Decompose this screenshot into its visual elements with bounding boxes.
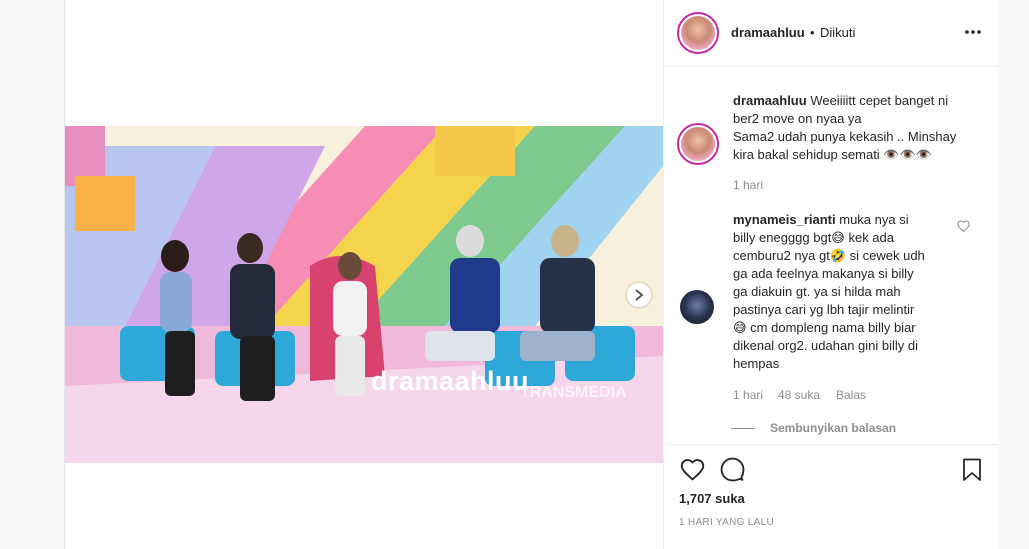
next-media-button[interactable] — [627, 283, 651, 307]
post-date[interactable]: 1 HARI YANG LALU — [679, 517, 774, 528]
commenter-avatar[interactable] — [680, 290, 714, 324]
heart-icon[interactable] — [680, 458, 705, 481]
comment-line: ga ada feelnya makanya si billy — [733, 266, 914, 281]
comment-like-count[interactable]: 48 suka — [778, 388, 820, 402]
media-area: dramaahluu TRANSMEDIA — [65, 0, 663, 549]
replies-divider — [731, 428, 755, 429]
comment-line: ga diakuin gt. ya si hilda mah — [733, 284, 901, 299]
header-separator: • — [810, 25, 815, 40]
post-actions: 1,707 suka 1 HARI YANG LALU — [664, 444, 998, 549]
author-username[interactable]: dramaahluu — [731, 25, 805, 40]
comment-icon[interactable] — [720, 457, 745, 482]
comment-username[interactable]: mynameis_rianti — [733, 212, 836, 227]
comment-text: mynameis_rianti muka nya si billy eneggg… — [733, 211, 963, 373]
caption-line: ber2 move on nyaa ya — [733, 111, 862, 126]
caption-text: dramaahluu Weeiiiitt cepet banget ni ber… — [733, 92, 988, 164]
like-count[interactable]: 1,707 suka — [679, 491, 745, 506]
bookmark-icon[interactable] — [962, 458, 982, 482]
caption-line: kira bakal sehidup semati 👁️👁️👁️ — [733, 147, 932, 162]
follow-status[interactable]: Diikuti — [820, 25, 855, 40]
video-watermark: dramaahluu — [371, 366, 530, 396]
video-player[interactable]: dramaahluu TRANSMEDIA — [65, 126, 663, 463]
comment-line: cemburu2 nya gt🤣 si cewek udh — [733, 248, 925, 263]
caption-line: Weeiiiitt cepet banget ni — [810, 93, 949, 108]
more-horizontal-icon[interactable] — [965, 30, 981, 34]
video-frame — [65, 126, 663, 463]
comment-time[interactable]: 1 hari — [733, 388, 763, 402]
caption-time[interactable]: 1 hari — [733, 178, 763, 192]
heart-outline-icon[interactable] — [957, 220, 970, 232]
hide-replies-button[interactable]: Sembunyikan balasan — [770, 421, 896, 435]
comment-line: dikenal org2. udahan gini billy di — [733, 338, 919, 353]
post-side-panel: dramaahluu • Diikuti dramaahluu Weeiiiit… — [663, 0, 998, 549]
caption-avatar[interactable] — [677, 123, 719, 165]
comment-line: pastinya cari yg lbh tajir melintir — [733, 302, 915, 317]
comment-line: hempas — [733, 356, 780, 371]
author-avatar[interactable] — [677, 12, 719, 54]
post-card: dramaahluu TRANSMEDIA dramaahluu • Diiku… — [64, 0, 998, 549]
comment-line: billy enegggg bgt😅 kek ada — [733, 230, 894, 245]
comment-line: 😅 cm dompleng nama billy biar — [733, 320, 916, 335]
chevron-right-icon — [635, 289, 644, 301]
comments-list: dramaahluu Weeiiiitt cepet banget ni ber… — [664, 67, 998, 443]
caption-username[interactable]: dramaahluu — [733, 93, 807, 108]
comment-line: muka nya si — [839, 212, 909, 227]
caption-line: Sama2 udah punya kekasih .. Minshay — [733, 129, 957, 144]
comment-reply-button[interactable]: Balas — [836, 388, 866, 402]
post-header: dramaahluu • Diikuti — [664, 0, 998, 67]
channel-watermark: TRANSMEDIA — [520, 384, 627, 401]
